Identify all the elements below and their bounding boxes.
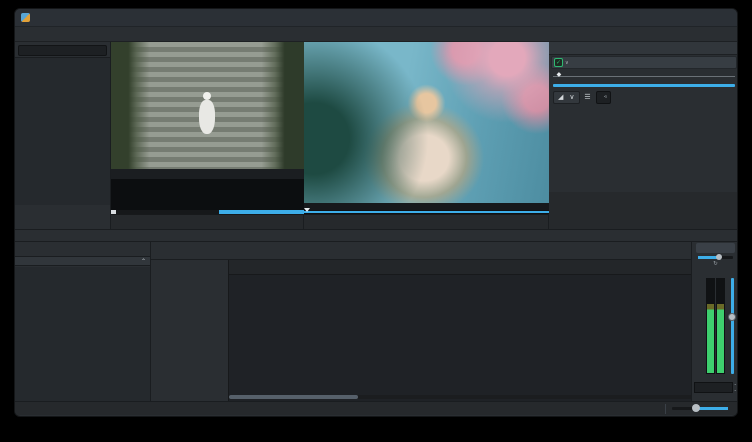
timeline-master-button[interactable] — [151, 260, 228, 275]
timeline-hscrollbar[interactable] — [229, 395, 691, 399]
sort-icon[interactable]: ⌃ — [141, 258, 146, 265]
main-area: ✓ ∨ ◆ ◢∨ ☰ ⟲ — [15, 42, 737, 229]
master-label[interactable] — [696, 243, 735, 253]
effects-search-input[interactable] — [18, 45, 107, 56]
effect-stack-dock: ✓ ∨ ◆ ◢∨ ☰ ⟲ — [549, 42, 738, 229]
clip-monitor — [111, 42, 304, 229]
menubar — [15, 27, 737, 42]
project-monitor-ruler[interactable] — [304, 203, 549, 210]
keyframe-diamond-icon[interactable]: ◆ — [557, 71, 562, 78]
bottom-area: ⌃ ↻ — [15, 242, 737, 401]
meter-right-channel — [716, 278, 725, 374]
kdenlive-window: ✓ ∨ ◆ ◢∨ ☰ ⟲ — [14, 8, 738, 417]
timeline-ruler[interactable] — [229, 260, 691, 275]
reset-balance-icon[interactable]: ↻ — [713, 261, 718, 267]
curve-icon: ◢ — [558, 93, 563, 101]
timeline — [151, 242, 691, 401]
clip-audio-thumbnail — [111, 179, 304, 210]
dock-tabs-row — [15, 229, 737, 242]
master-audio-panel: ↻ ⌃⌄ — [691, 242, 738, 401]
bin-name-header[interactable]: ⌃ — [15, 256, 150, 266]
app-icon — [21, 13, 30, 22]
chevron-down-icon: ∨ — [569, 93, 574, 101]
effects-dock — [15, 42, 111, 229]
project-monitor — [304, 42, 549, 229]
master-pan-slider[interactable] — [698, 256, 733, 259]
master-db-value[interactable] — [694, 382, 733, 393]
timeline-zoom-slider[interactable] — [672, 407, 728, 410]
master-level-meters — [695, 278, 737, 374]
project-monitor-video[interactable] — [304, 42, 549, 203]
statusbar — [15, 401, 737, 415]
master-volume-slider[interactable] — [728, 278, 736, 374]
keyframe-ruler[interactable]: ◆ — [553, 71, 735, 83]
keyframe-zoombar[interactable] — [553, 84, 735, 87]
keyframe-timecode[interactable]: ⟲ — [596, 91, 612, 104]
project-bin: ⌃ — [15, 242, 151, 401]
keyframe-menu-icon[interactable]: ☰ — [582, 92, 594, 103]
interpolation-select[interactable]: ◢∨ — [553, 91, 580, 104]
clip-monitor-video[interactable] — [111, 42, 304, 169]
effect-row-lift-gamma-gain[interactable]: ✓ ∨ — [551, 56, 737, 69]
chevron-down-icon[interactable]: ∨ — [565, 60, 569, 66]
stack-empty-area — [549, 192, 738, 229]
effect-enable-checkbox[interactable]: ✓ — [554, 58, 563, 67]
meter-left-channel — [706, 278, 715, 374]
titlebar — [15, 9, 737, 27]
